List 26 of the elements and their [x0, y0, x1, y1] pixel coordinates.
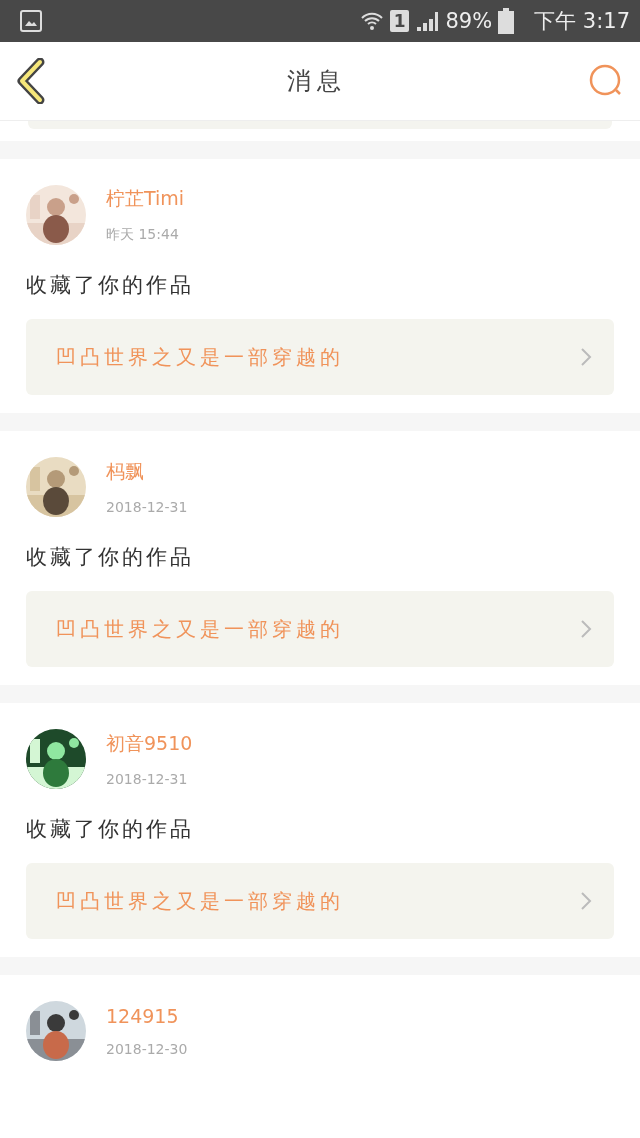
chevron-right-icon	[580, 891, 592, 911]
message-date: 2018-12-31	[106, 499, 188, 515]
wifi-icon	[359, 10, 384, 32]
message-text: 收藏了你的作品	[26, 544, 195, 571]
work-link[interactable]: 凹凸世界之又是一部穿越的	[26, 863, 614, 939]
battery-icon	[498, 8, 515, 34]
work-link[interactable]: 凹凸世界之又是一部穿越的	[26, 591, 614, 667]
message-text: 收藏了你的作品	[26, 816, 195, 843]
message-date: 2018-12-31	[106, 771, 189, 787]
user-name[interactable]: 柠芷Timi	[106, 186, 185, 212]
chevron-right-icon	[580, 619, 592, 639]
clock: 下午 3:17	[534, 8, 630, 35]
battery-percent: 89%	[445, 9, 493, 33]
message-text: 收藏了你的作品	[26, 272, 195, 299]
user-name[interactable]: 初音9510	[106, 731, 193, 757]
image-icon	[20, 10, 42, 32]
back-icon[interactable]	[16, 58, 46, 104]
page-title: 消息	[287, 66, 347, 97]
signal-icon	[415, 10, 440, 32]
work-link[interactable]: 凹凸世界之又是一部穿越的	[26, 319, 614, 395]
chevron-right-icon	[580, 347, 592, 367]
user-name[interactable]: 124915	[106, 1005, 188, 1027]
user-name[interactable]: 杩飘	[106, 459, 188, 485]
message-date: 昨天 15:44	[106, 226, 180, 244]
message-date: 2018-12-30	[106, 1041, 188, 1057]
sim-icon: 1	[389, 10, 410, 32]
